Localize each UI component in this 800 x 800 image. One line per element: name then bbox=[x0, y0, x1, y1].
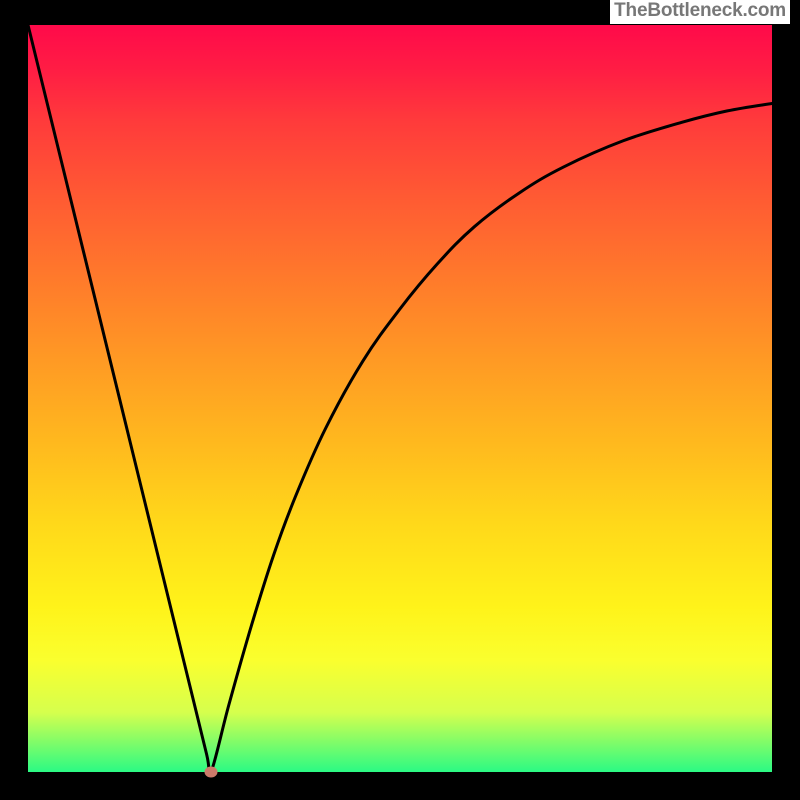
chart-container: TheBottleneck.com bbox=[0, 0, 800, 800]
minimum-marker bbox=[205, 767, 218, 778]
plot-area bbox=[27, 24, 773, 773]
bottleneck-curve bbox=[28, 25, 772, 772]
attribution-label: TheBottleneck.com bbox=[610, 0, 790, 24]
curve-svg bbox=[28, 25, 772, 772]
